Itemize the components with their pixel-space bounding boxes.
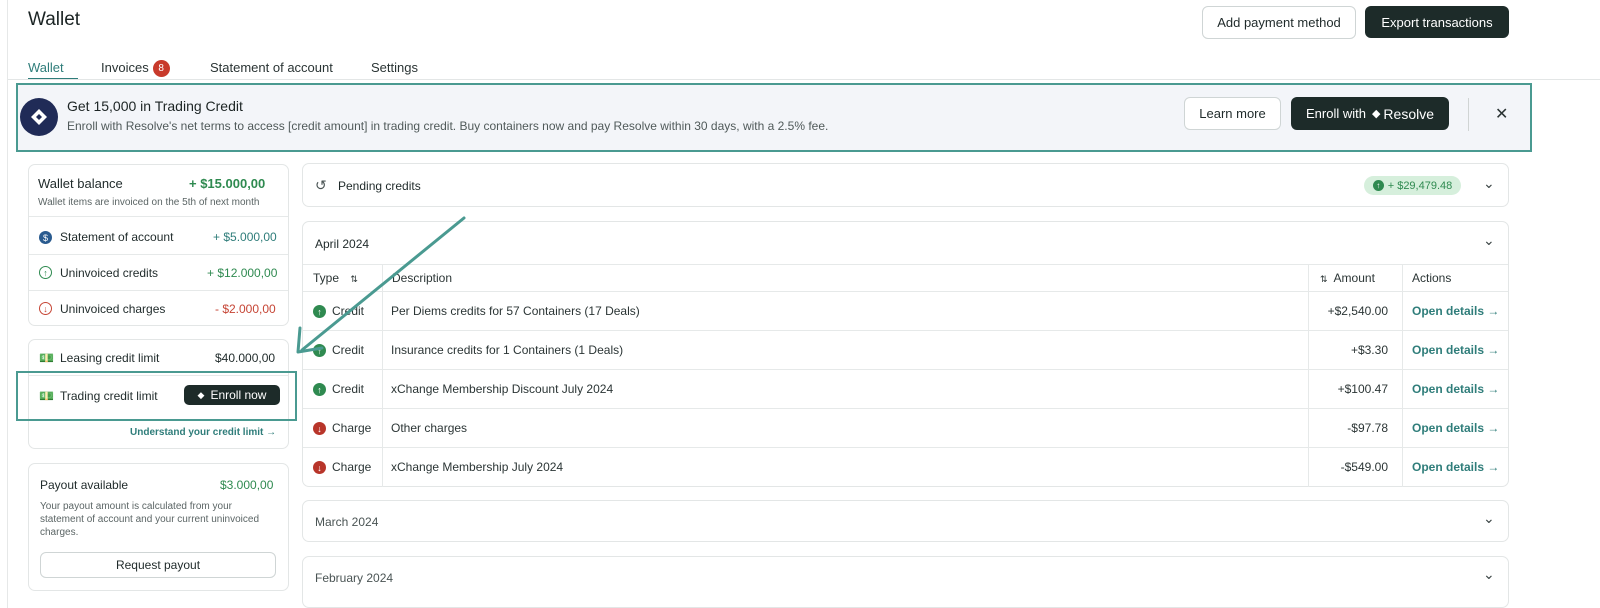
tab-statement-of-account[interactable]: Statement of account [210,60,333,75]
history-icon: ↺ [315,177,327,193]
row-amount: +$2,540.00 [1327,304,1388,318]
statement-of-account-amount: + $5.000,00 [213,230,277,244]
invoices-count-badge: 8 [152,60,170,77]
payout-amount: $3.000,00 [220,478,274,492]
close-icon[interactable]: ✕ [1495,104,1508,124]
money-icon: 💵 [39,351,54,365]
annotation-arrow [296,216,466,354]
open-details-link[interactable]: Open details → [1412,343,1499,357]
row-amount: -$549.00 [1340,460,1388,474]
banner-separator [1468,98,1469,131]
table-row: ↑ Credit Insurance credits for 1 Contain… [303,331,1508,370]
tab-wallet[interactable]: Wallet [28,60,64,75]
leasing-credit-limit-label: Leasing credit limit [60,351,160,365]
row-amount: -$97.78 [1347,421,1388,435]
banner-title: Get 15,000 in Trading Credit [67,98,243,114]
leasing-credit-limit-amount: $40.000,00 [215,351,276,365]
march-2024-section[interactable]: March 2024 ⌄ [302,500,1509,542]
divider [303,264,1508,265]
pending-credits-label: Pending credits [338,179,421,193]
row-description: xChange Membership Discount July 2024 [391,382,614,396]
payout-note: Your payout amount is calculated from yo… [40,501,260,538]
open-details-link[interactable]: Open details → [1412,304,1499,318]
statement-of-account-label: Statement of account [60,230,174,244]
page-edge [7,0,8,608]
chevron-down-icon[interactable]: ⌄ [1483,175,1495,192]
row-type: Charge [332,460,372,474]
trading-credit-banner: Get 15,000 in Trading Credit Enroll with… [16,83,1532,152]
enroll-brand: Resolve [1383,105,1435,122]
row-type: Credit [332,382,365,396]
arrow-up-circle-icon: ↑ [1372,180,1384,191]
tab-settings[interactable]: Settings [371,60,418,75]
april-2024-section: April 2024 ⌄ Type ⇅ Description ⇅ Amount … [302,221,1509,487]
month-label: March 2024 [315,515,379,529]
tab-invoices-label: Invoices [101,60,149,75]
add-payment-method-button[interactable]: Add payment method [1202,6,1356,39]
tab-invoices[interactable]: Invoices 8 [101,60,170,77]
table-row: ↓ Charge Other charges -$97.78 Open deta… [303,409,1508,448]
arrow-down-circle-icon: ↓ [39,302,52,315]
tabs-divider [8,79,1600,80]
uninvoiced-charges-label: Uninvoiced charges [60,302,166,316]
pending-credits-row[interactable]: ↺ Pending credits ↑ + $29,479.48 ⌄ [302,163,1509,207]
payout-title: Payout available [40,478,129,492]
row-description: xChange Membership July 2024 [391,460,564,474]
understand-credit-limit-link[interactable]: Understand your credit limit → [130,427,276,438]
enroll-prefix: Enroll with [1305,106,1366,121]
open-details-link[interactable]: Open details → [1412,460,1499,474]
amount-header-label: Amount [1333,271,1375,285]
table-row: ↓ Charge xChange Membership July 2024 -$… [303,448,1508,487]
wallet-balance-amount: + $15.000,00 [189,176,266,191]
credit-arrow-up-icon: ↑ [313,383,326,396]
sort-icon: ⇅ [1320,274,1328,284]
divider [29,216,288,217]
wallet-balance-title: Wallet balance [38,176,123,191]
open-details-link[interactable]: Open details → [1412,421,1499,435]
actions-column-header: Actions [1412,271,1452,285]
enroll-with-resolve-button[interactable]: Enroll with ◆ Resolve [1291,97,1449,130]
row-type: Charge [332,421,372,435]
resolve-diamond-icon: ◆ [1371,108,1381,120]
resolve-logo-icon [20,98,58,136]
amount-column-header[interactable]: ⇅ Amount [1320,271,1375,285]
banner-subtitle: Enroll with Resolve's net terms to acces… [67,119,829,133]
learn-more-button[interactable]: Learn more [1184,97,1281,130]
uninvoiced-credits-label: Uninvoiced credits [60,266,159,280]
request-payout-button[interactable]: Request payout [40,552,276,578]
chevron-down-icon[interactable]: ⌄ [1483,510,1495,527]
february-2024-section[interactable]: February 2024 ⌄ [302,556,1509,608]
charge-arrow-down-icon: ↓ [313,422,326,435]
month-label: February 2024 [315,571,394,585]
divider [29,254,288,255]
row-amount: +$3.30 [1350,343,1388,357]
pending-credits-amount: + $29,479.48 [1387,179,1453,192]
chevron-up-icon[interactable]: ⌄ [1483,232,1495,249]
payout-card: Payout available $3.000,00 Your payout a… [28,463,289,591]
row-description: Other charges [391,421,468,435]
page-title: Wallet [28,9,81,30]
uninvoiced-credits-amount: + $12.000,00 [207,266,278,280]
row-amount: +$100.47 [1337,382,1388,396]
open-details-link[interactable]: Open details → [1412,382,1499,396]
annotation-highlight-box [16,371,297,421]
wallet-balance-card: Wallet balance + $15.000,00 Wallet items… [28,164,289,326]
divider [29,290,288,291]
chevron-down-icon[interactable]: ⌄ [1483,566,1495,583]
dollar-icon: $ [39,231,52,244]
pending-credits-badge: ↑ + $29,479.48 [1364,176,1461,195]
charge-arrow-down-icon: ↓ [313,461,326,474]
wallet-balance-note: Wallet items are invoiced on the 5th of … [38,197,260,208]
table-row: ↑ Credit Per Diems credits for 57 Contai… [303,292,1508,331]
uninvoiced-charges-amount: - $2.000,00 [215,302,276,316]
table-row: ↑ Credit xChange Membership Discount Jul… [303,370,1508,409]
export-transactions-button[interactable]: Export transactions [1365,6,1509,38]
arrow-up-circle-icon: ↑ [39,266,52,279]
tab-bar: Wallet Invoices 8 Statement of account Se… [8,58,1600,80]
